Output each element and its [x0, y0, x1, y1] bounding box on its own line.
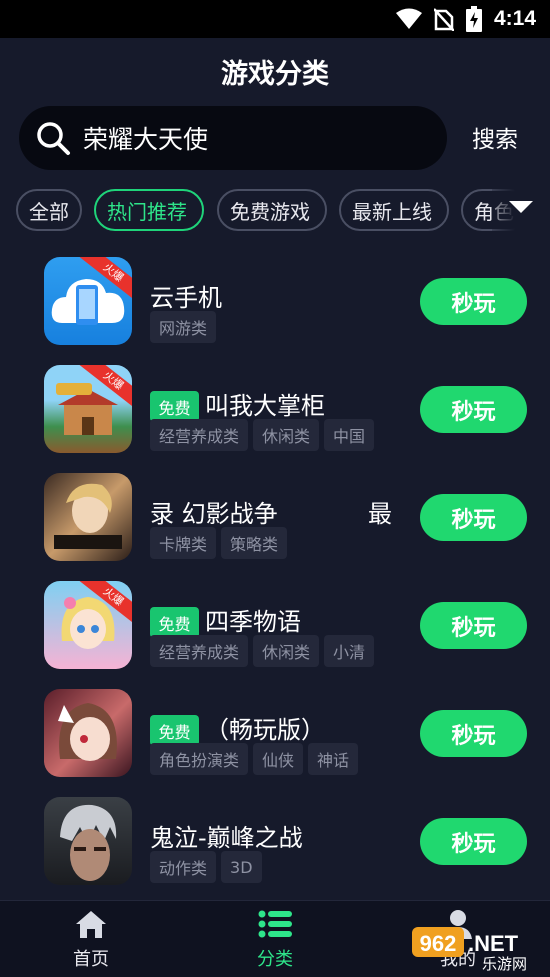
tag: 网游类: [150, 311, 217, 343]
war-of-visions-game-icon: [44, 473, 132, 561]
list-item[interactable]: 火爆 免费 四季物语 经营养成类 休闲类 小清 秒玩: [0, 574, 550, 682]
game-name: （畅玩版）: [205, 716, 325, 744]
nav-label: 首页: [73, 949, 109, 970]
free-badge: 免费: [150, 715, 199, 746]
tab-label: 最新上线: [352, 199, 432, 224]
no-sim-icon: [433, 7, 454, 31]
cloud-phone-app-icon: 火爆: [44, 257, 132, 345]
four-seasons-game-icon: 火爆: [44, 581, 132, 669]
tag: 小清: [324, 635, 375, 667]
tab-label: 热门推荐: [107, 199, 187, 224]
play-button[interactable]: 秒玩: [420, 278, 527, 325]
devil-may-cry-game-icon: [44, 797, 132, 885]
tag: 卡牌类: [150, 527, 217, 559]
play-button[interactable]: 秒玩: [420, 386, 527, 433]
nav-home[interactable]: 首页: [46, 909, 136, 971]
watermark-text: 乐游网: [482, 955, 527, 971]
tab-free[interactable]: 免费游戏: [217, 189, 327, 231]
site-watermark: 962 .NET 乐游网: [412, 925, 546, 973]
play-button[interactable]: 秒玩: [420, 818, 527, 865]
tag-list: 角色扮演类 仙侠 神话: [150, 743, 359, 775]
game-name: 鬼泣-巅峰之战: [150, 824, 303, 852]
nav-label: 分类: [257, 949, 293, 970]
game-name: 录 幻影战争: [150, 500, 278, 528]
list-icon: [258, 910, 292, 942]
tab-label: 免费游戏: [230, 199, 310, 224]
watermark-suffix: .NET: [468, 931, 519, 956]
watermark-number: 962: [420, 931, 457, 956]
play-button[interactable]: 秒玩: [420, 710, 527, 757]
tag: 经营养成类: [150, 635, 249, 667]
tag: 动作类: [150, 851, 217, 883]
chevron-down-icon: [509, 200, 533, 219]
game-name: 叫我大掌柜: [205, 392, 325, 420]
tab-new[interactable]: 最新上线: [339, 189, 449, 231]
game-name: 四季物语: [205, 608, 301, 636]
shop-keeper-game-icon: 火爆: [44, 365, 132, 453]
category-tabs: 全部 热门推荐 免费游戏 最新上线 角色: [0, 189, 550, 235]
wifi-icon: [395, 8, 422, 30]
home-icon: [75, 909, 107, 943]
tab-label: 全部: [29, 199, 69, 224]
play-button[interactable]: 秒玩: [420, 602, 527, 649]
tab-hot[interactable]: 热门推荐: [94, 189, 204, 231]
game-name: 云手机: [150, 284, 222, 312]
free-badge: 免费: [150, 391, 199, 422]
tag-list: 卡牌类 策略类: [150, 527, 288, 559]
play-button[interactable]: 秒玩: [420, 494, 527, 541]
tag: 经营养成类: [150, 419, 249, 451]
battery-charging-icon: [465, 6, 482, 32]
page-title: 游戏分类: [221, 59, 329, 90]
tag: 策略类: [221, 527, 288, 559]
game-name-trail: 最: [368, 500, 392, 528]
tag-list: 经营养成类 休闲类 中国: [150, 419, 375, 451]
list-item[interactable]: 火爆 免费 叫我大掌柜 经营养成类 休闲类 中国 秒玩: [0, 358, 550, 466]
tab-all[interactable]: 全部: [16, 189, 82, 231]
list-item[interactable]: 免费 （畅玩版） 角色扮演类 仙侠 神话 秒玩: [0, 682, 550, 790]
list-item[interactable]: 火爆 云手机 网游类 秒玩: [0, 250, 550, 358]
tag: 角色扮演类: [150, 743, 249, 775]
nav-category[interactable]: 分类: [230, 909, 320, 971]
tag: 中国: [324, 419, 375, 451]
tag-list: 动作类 3D: [150, 851, 262, 883]
status-bar: 4:14: [0, 0, 550, 38]
list-item[interactable]: 录 幻影战争 最 卡牌类 策略类 秒玩: [0, 466, 550, 574]
search-input[interactable]: 荣耀大天使: [19, 106, 447, 170]
tag: 休闲类: [253, 635, 320, 667]
status-time: 4:14: [493, 7, 536, 30]
tag: 仙侠: [253, 743, 304, 775]
tag: 3D: [221, 851, 262, 883]
tag-list: 经营养成类 休闲类 小清: [150, 635, 375, 667]
fox-mask-game-icon: [44, 689, 132, 777]
tag: 休闲类: [253, 419, 320, 451]
search-button[interactable]: 搜索: [472, 120, 518, 154]
search-icon: [33, 118, 73, 158]
list-item[interactable]: 鬼泣-巅峰之战 动作类 3D 秒玩: [0, 790, 550, 898]
tag: 神话: [308, 743, 359, 775]
expand-tabs-button[interactable]: [492, 189, 550, 235]
tag-list: 网游类: [150, 311, 217, 343]
search-value: 荣耀大天使: [83, 125, 209, 154]
free-badge: 免费: [150, 607, 199, 638]
